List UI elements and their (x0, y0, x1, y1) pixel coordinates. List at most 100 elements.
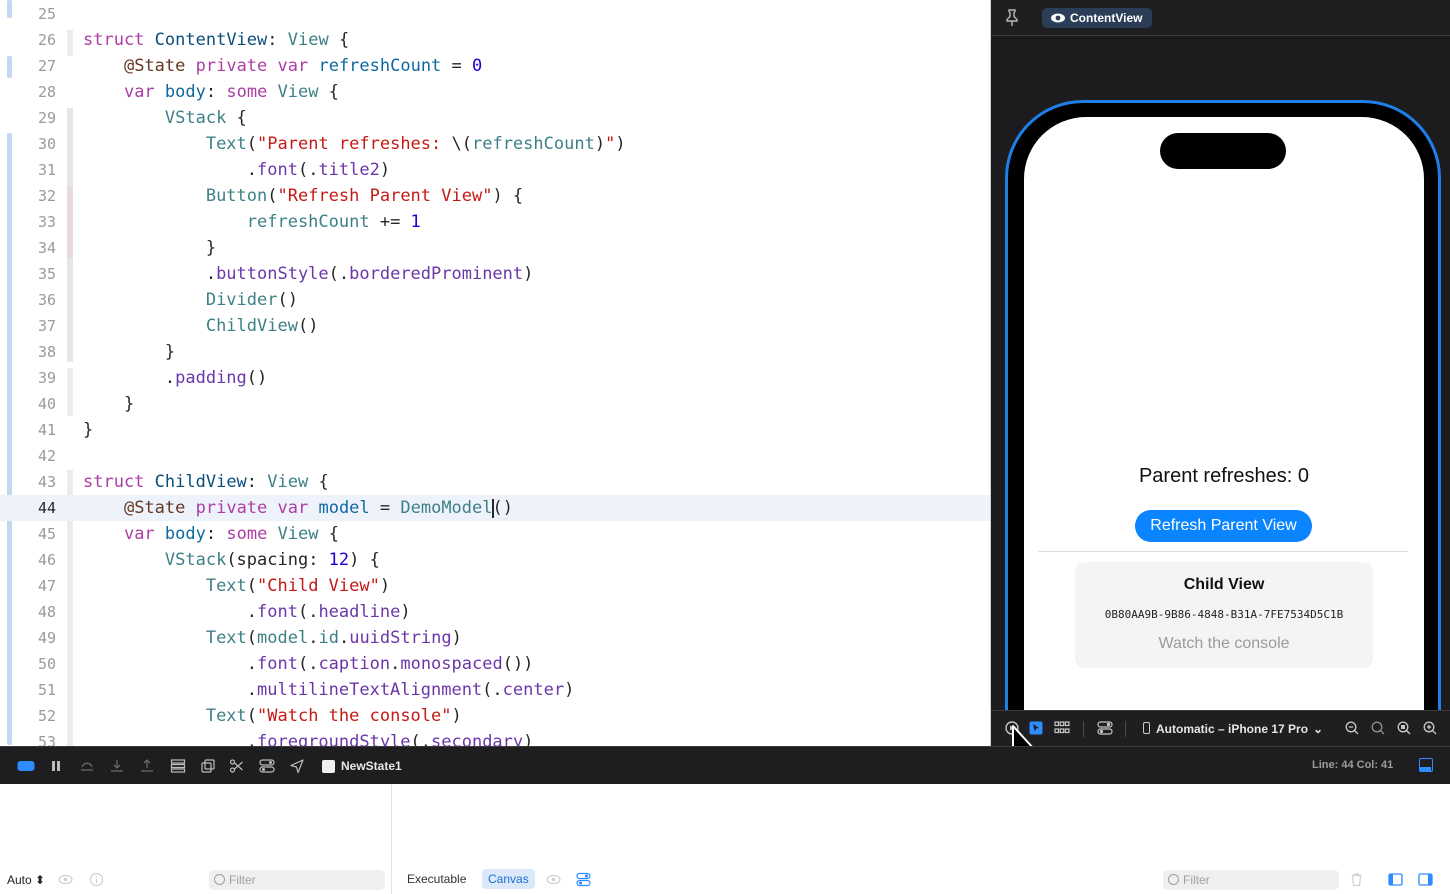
code-editor[interactable]: 25 26 struct ContentView: View {27 @State … (0, 0, 990, 746)
code-token: (. (410, 732, 432, 746)
memory-graph-icon[interactable] (200, 758, 216, 774)
code-text: VStack { (83, 108, 247, 128)
info-icon[interactable] (89, 872, 104, 887)
code-token: ChildView (205, 316, 298, 336)
code-line[interactable]: 26 struct ContentView: View { (0, 27, 990, 53)
code-token: var (123, 524, 155, 544)
code-token: . (390, 654, 401, 674)
code-line[interactable]: 43 struct ChildView: View { (0, 469, 990, 495)
zoom-out-icon[interactable] (1345, 721, 1359, 737)
step-into-icon[interactable] (109, 758, 125, 774)
code-line[interactable]: 53 .foregroundStyle(.secondary) (0, 729, 990, 746)
branch-icon[interactable] (229, 758, 245, 774)
code-token: : (205, 524, 227, 544)
variables-filter-input[interactable]: Filter (209, 870, 385, 890)
step-out-icon[interactable] (139, 758, 155, 774)
code-token: \( (451, 134, 472, 154)
code-token: font (257, 160, 298, 180)
code-text: struct ChildView: View { (83, 472, 329, 492)
code-line[interactable]: 49 Text(model.id.uuidString) (0, 625, 990, 651)
variables-scope-select[interactable]: Auto ⬍ (7, 873, 45, 887)
code-token: font (257, 602, 298, 622)
code-token: } (83, 394, 135, 414)
code-line[interactable]: 31 .font(.title2) (0, 157, 990, 183)
code-line[interactable]: 36 Divider() (0, 287, 990, 313)
pin-icon[interactable] (1005, 9, 1019, 27)
code-line[interactable]: 38 } (0, 339, 990, 365)
code-token: Divider (205, 290, 278, 310)
code-line[interactable]: 48 .font(.headline) (0, 599, 990, 625)
eye-icon[interactable] (58, 872, 73, 887)
view-hierarchy-icon[interactable] (170, 758, 186, 774)
left-panel-icon[interactable] (1388, 872, 1403, 887)
environment-overrides-icon[interactable] (259, 758, 275, 774)
code-line[interactable]: 28 var body: some View { (0, 79, 990, 105)
code-line[interactable]: 44 @State private var model = DemoModel(… (0, 495, 990, 521)
device-label: Automatic – iPhone 17 Pro (1156, 722, 1309, 736)
right-panel-icon[interactable] (1418, 872, 1433, 887)
preview-selector[interactable]: ContentView (1042, 8, 1153, 28)
code-line[interactable]: 52 Text("Watch the console") (0, 703, 990, 729)
zoom-actual-icon[interactable] (1371, 721, 1385, 737)
device-screen[interactable]: Parent refreshes: 0 Refresh Parent View … (1024, 117, 1424, 746)
code-line[interactable]: 46 VStack(spacing: 12) { (0, 547, 990, 573)
step-over-icon[interactable] (79, 758, 95, 774)
code-text: } (83, 394, 134, 414)
code-text: .font(.title2) (83, 160, 390, 180)
preview-canvas[interactable]: ContentView Parent refreshes: 0 Refresh … (990, 0, 1450, 746)
tab-canvas[interactable]: Canvas (482, 869, 535, 889)
code-line[interactable]: 51 .multilineTextAlignment(.center) (0, 677, 990, 703)
code-token: "Refresh Parent View" (277, 186, 493, 206)
zoom-fit-icon[interactable] (1397, 721, 1411, 737)
refresh-parent-button[interactable]: Refresh Parent View (1135, 510, 1312, 542)
code-text: @State private var model = DemoModel() (83, 498, 513, 518)
code-line[interactable]: 50 .font(.caption.monospaced()) (0, 651, 990, 677)
zoom-in-icon[interactable] (1423, 721, 1437, 737)
line-number: 25 (37, 5, 56, 23)
console-toggle-icon[interactable] (17, 758, 35, 774)
device-settings-icon[interactable] (1097, 721, 1113, 737)
code-line[interactable]: 37 ChildView() (0, 313, 990, 339)
line-number: 40 (37, 395, 56, 413)
scheme-indicator[interactable]: NewState1 (322, 758, 402, 774)
code-line[interactable]: 41} (0, 417, 990, 443)
code-line[interactable]: 42 (0, 443, 990, 469)
code-line[interactable]: 34 } (0, 235, 990, 261)
code-token: () (277, 290, 298, 310)
code-line[interactable]: 35 .buttonStyle(.borderedProminent) (0, 261, 990, 287)
device-selector[interactable]: Automatic – iPhone 17 Pro ⌄ (1143, 721, 1323, 737)
code-line[interactable]: 25 (0, 1, 990, 27)
code-line[interactable]: 40 } (0, 391, 990, 417)
line-number: 31 (37, 161, 56, 179)
app-icon (322, 759, 335, 773)
code-line[interactable]: 39 .padding() (0, 365, 990, 391)
code-token: "Watch the console" (257, 706, 452, 726)
pause-icon[interactable] (49, 758, 65, 774)
console-filter-input[interactable]: Filter (1163, 870, 1339, 890)
code-line[interactable]: 45 var body: some View { (0, 521, 990, 547)
code-token: . (83, 368, 176, 388)
code-line[interactable]: 33 refreshCount += 1 (0, 209, 990, 235)
code-token: = (441, 56, 473, 76)
tab-executable[interactable]: Executable (407, 872, 466, 886)
code-token: View (277, 524, 319, 544)
code-line[interactable]: 32 Button("Refresh Parent View") { (0, 183, 990, 209)
code-token: () (492, 498, 513, 518)
code-line[interactable]: 47 Text("Child View") (0, 573, 990, 599)
code-line[interactable]: 30 Text("Parent refreshes: \(refreshCoun… (0, 131, 990, 157)
filter-placeholder: Filter (1183, 873, 1210, 887)
code-line[interactable]: 27 @State private var refreshCount = 0 (0, 53, 990, 79)
eye-icon[interactable] (546, 872, 561, 887)
code-token: var (123, 82, 155, 102)
location-icon[interactable] (289, 758, 305, 774)
settings-toggle-icon[interactable] (576, 872, 591, 887)
variants-grid-icon[interactable] (1054, 721, 1070, 737)
code-text: Text("Parent refreshes: \(refreshCount)"… (83, 134, 626, 154)
code-line[interactable]: 29 VStack { (0, 105, 990, 131)
dynamic-island (1160, 133, 1286, 169)
trash-icon[interactable] (1349, 872, 1364, 887)
line-number: 29 (37, 109, 56, 127)
debug-area-toggle-icon[interactable] (1419, 758, 1433, 772)
